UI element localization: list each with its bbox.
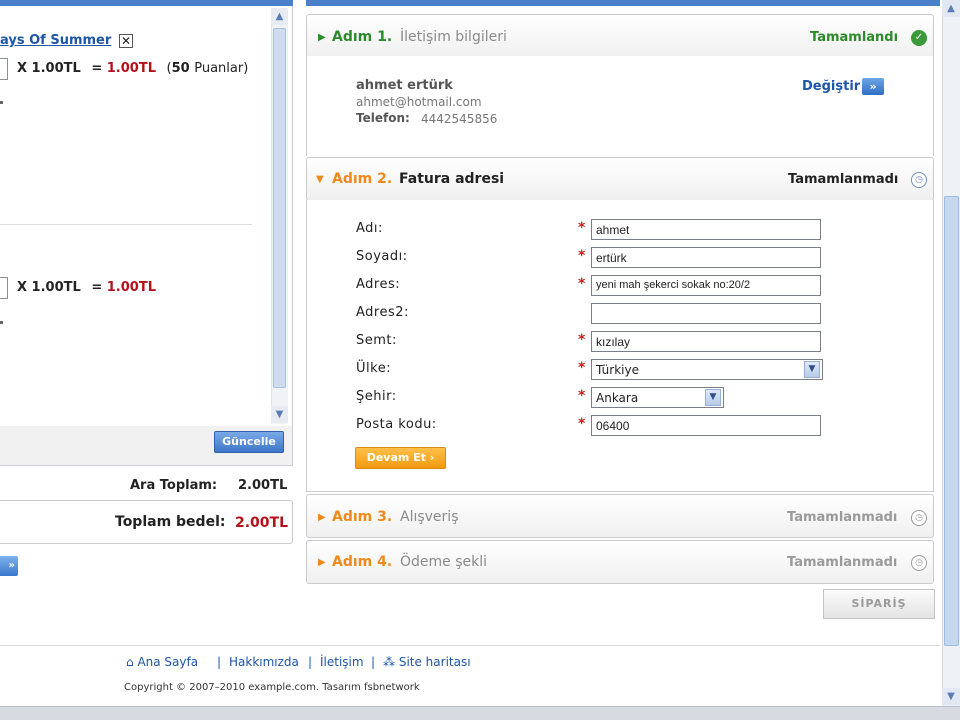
continue-button[interactable]: Devam Et › (355, 447, 446, 469)
cart-scroll-down-icon[interactable]: ▼ (271, 406, 288, 423)
copyright-text: Copyright © 2007–2010 example.com. Tasar… (124, 682, 420, 693)
cart-item-1-equals: = (91, 61, 103, 76)
step-2-status: Tamamlanmadı (788, 172, 899, 187)
footer-contact-link[interactable]: İletişim (320, 655, 364, 669)
last-name-label: Soyadı: (356, 249, 408, 264)
footer-sitemap-link[interactable]: ⁂ Site haritası (383, 655, 471, 669)
step-2-title: Fatura adresi (399, 171, 505, 187)
cart-item-1-points-label: Puanlar) (194, 61, 249, 76)
step-2-arrow-icon: ▼ (316, 174, 324, 185)
step-3-status: Tamamlanmadı (787, 510, 898, 525)
district-label: Semt: (356, 333, 397, 348)
subtotal-value: 2.00TL (238, 478, 288, 493)
change-contact-link[interactable]: Değiştir (802, 79, 860, 94)
footer-separator: | (371, 655, 376, 669)
step-1-title: İletişim bilgileri (400, 29, 507, 45)
footer-sitemap-label: Site haritası (398, 655, 471, 669)
change-arrow-icon[interactable]: » (862, 78, 884, 95)
cart-top-bar (0, 0, 293, 6)
checkout-page: ays Of Summer ✕ X 1.00TL = 1.00TL (50 Pu… (0, 0, 960, 720)
cart-item-1-qty-input[interactable] (0, 58, 8, 80)
step-3-clock-icon: ◷ (911, 510, 927, 526)
step-2-label: Adım 2. (332, 171, 393, 187)
step-3-title: Alışveriş (400, 509, 459, 525)
step-4-title: Ödeme şekli (400, 554, 488, 570)
first-name-label: Adı: (356, 221, 383, 236)
address-label: Adres: (356, 277, 401, 292)
country-chevron-down-icon[interactable]: ▼ (804, 361, 820, 378)
cart-continue-arrow-button[interactable]: » (0, 556, 18, 576)
cart-divider (0, 224, 252, 225)
address2-label: Adres2: (356, 305, 409, 320)
cart-scroll-thumb[interactable] (273, 28, 286, 388)
footer-home-link[interactable]: ⌂ Ana Sayfa (126, 655, 198, 669)
order-button[interactable]: SİPARİŞ (823, 589, 935, 619)
cart-item-1-points-value: 50 (171, 61, 190, 76)
cart-item-1-line: X 1.00TL = 1.00TL (50 Puanlar) (17, 61, 248, 76)
step-3-arrow-icon: ▶ (318, 512, 326, 523)
step-4-clock-icon: ◷ (911, 555, 927, 571)
total-label: Toplam bedel: (115, 514, 226, 530)
step-1-check-icon: ✓ (911, 30, 927, 46)
cart-item-1-dot (0, 101, 3, 104)
footer-home-label: Ana Sayfa (137, 655, 199, 669)
first-name-required: * (578, 220, 586, 236)
cart-item-1-name-link[interactable]: ays Of Summer (0, 33, 111, 48)
cart-item-2-qty-input[interactable] (0, 277, 8, 299)
page-scroll-up-icon[interactable]: ▲ (942, 0, 960, 17)
postal-code-required: * (578, 416, 586, 432)
sitemap-icon: ⁂ (383, 655, 395, 669)
cart-item-2-equals: = (91, 280, 103, 295)
cart-item-1-unit: X 1.00TL (17, 61, 81, 76)
footer-about-link[interactable]: Hakkımızda (229, 655, 299, 669)
cart-item-1-price: 1.00TL (106, 61, 156, 76)
step-4-arrow-icon: ▶ (318, 557, 326, 568)
subtotal-label: Ara Toplam: (130, 478, 218, 493)
postal-code-input[interactable]: 06400 (591, 415, 821, 436)
contact-name: ahmet ertürk (356, 78, 453, 93)
country-label: Ülke: (356, 361, 392, 376)
contact-phone-value: 4442545856 (421, 112, 498, 126)
country-select[interactable]: Türkiye (591, 359, 823, 380)
city-required: * (578, 388, 586, 404)
window-bottom-bar (0, 706, 960, 720)
cart-item-2-dot (0, 321, 3, 324)
cart-item-2-unit: X 1.00TL (17, 280, 81, 295)
city-chevron-down-icon[interactable]: ▼ (705, 389, 721, 406)
last-name-required: * (578, 248, 586, 264)
address2-input[interactable] (591, 303, 821, 324)
country-required: * (578, 360, 586, 376)
footer-divider (0, 645, 940, 646)
address-input[interactable]: yeni mah şekerci sokak no:20/2 (591, 275, 821, 296)
steps-top-bar (306, 0, 940, 6)
step-1-status: Tamamlandı (810, 30, 899, 45)
city-label: Şehir: (356, 389, 397, 404)
step-1-label: Adım 1. (332, 29, 393, 45)
last-name-input[interactable]: ertürk (591, 247, 821, 268)
footer-separator: | (217, 655, 222, 669)
step-1-arrow-icon: ▶ (318, 32, 326, 43)
contact-email: ahmet@hotmail.com (356, 95, 482, 109)
address-required: * (578, 276, 586, 292)
home-icon: ⌂ (126, 655, 134, 669)
postal-code-label: Posta kodu: (356, 417, 437, 432)
step-3-label: Adım 3. (332, 509, 393, 525)
step-4-status: Tamamlanmadı (787, 555, 898, 570)
cart-item-2-line: X 1.00TL = 1.00TL (17, 280, 156, 295)
remove-item-1-icon[interactable]: ✕ (119, 34, 133, 48)
footer-separator: | (308, 655, 313, 669)
update-cart-button[interactable]: Güncelle (214, 431, 284, 453)
contact-phone-label: Telefon: (356, 111, 410, 125)
cart-scroll-up-icon[interactable]: ▲ (271, 8, 288, 25)
first-name-input[interactable]: ahmet (591, 219, 821, 240)
district-required: * (578, 332, 586, 348)
district-input[interactable]: kızılay (591, 331, 821, 352)
step-2-clock-icon: ◷ (911, 172, 927, 188)
step-4-label: Adım 4. (332, 554, 393, 570)
cart-item-2-price: 1.00TL (106, 280, 156, 295)
total-value: 2.00TL (235, 515, 289, 531)
page-scroll-thumb[interactable] (944, 196, 959, 646)
page-scroll-down-icon[interactable]: ▼ (942, 688, 960, 705)
